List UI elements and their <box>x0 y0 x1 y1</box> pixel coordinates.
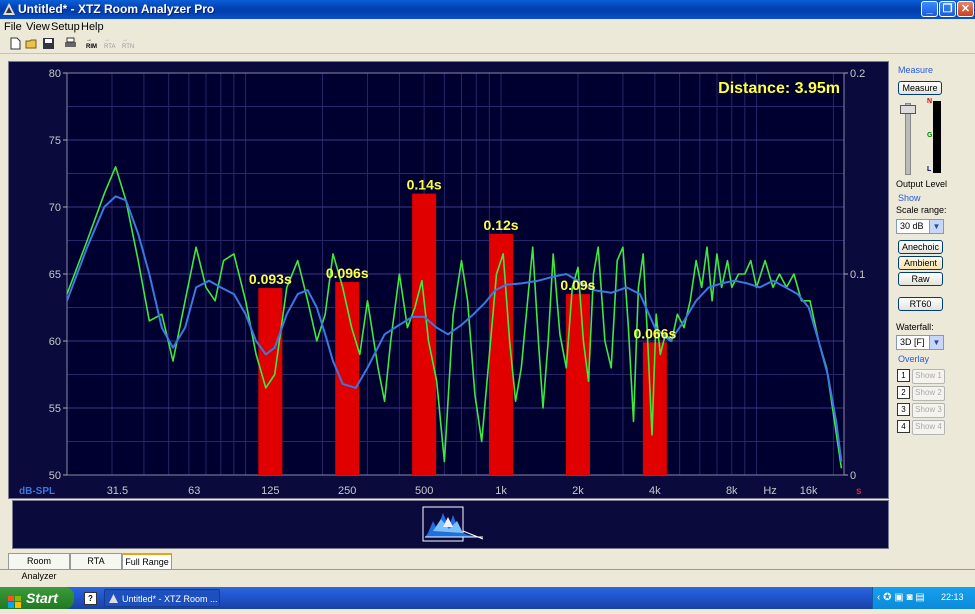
close-button[interactable]: ✕ <box>957 1 974 17</box>
x-tick-label: 250 <box>338 485 356 497</box>
show-section-title: Show <box>898 193 921 203</box>
y-right-tick-label: 0.1 <box>850 269 865 281</box>
rt60-button[interactable]: RT60 <box>898 297 943 311</box>
x-tick-label: 125 <box>261 485 279 497</box>
toolbar: → RIM → RTA → RTN <box>0 35 975 54</box>
system-tray: ‹ ✪ ▣ ◙ ▤ 22:13 <box>872 587 975 609</box>
level-meter <box>933 101 941 173</box>
menu-help[interactable]: Help <box>81 21 104 33</box>
output-level-label: Output Level <box>896 179 948 189</box>
print-icon[interactable] <box>64 37 77 50</box>
ambient-button[interactable]: Ambient <box>898 256 943 270</box>
x-tick-label: 31.5 <box>107 485 128 497</box>
save-icon[interactable] <box>42 37 55 50</box>
x-tick-label: 8k <box>726 485 738 497</box>
open-folder-icon[interactable] <box>25 37 38 50</box>
frequency-response-chart: 80 75 70 65 60 55 50 0.2 0.1 0 31.5 63 125 250 500 1k 2k… <box>19 68 865 497</box>
chevron-down-icon: ▼ <box>929 336 943 349</box>
rta-button[interactable]: → RTA <box>104 37 115 51</box>
overlay-number-3: 3 <box>897 403 910 416</box>
side-panel: Measure Measure N G L Output Level Show … <box>893 63 973 513</box>
overlay-number-4: 4 <box>897 420 910 433</box>
meter-g-label: G <box>927 132 933 139</box>
overlay-show-button-2[interactable]: Show 2 <box>912 386 945 401</box>
tab-divider <box>0 569 975 570</box>
minimize-button[interactable]: _ <box>921 1 938 17</box>
overlay-show-button-4[interactable]: Show 4 <box>912 420 945 435</box>
tab-full-range[interactable]: Full Range <box>122 553 172 569</box>
y-right-tick-label: 0.2 <box>850 68 865 80</box>
chevron-down-icon: ▼ <box>929 220 943 233</box>
taskbar-app-button[interactable]: Untitled* - XTZ Room ... <box>104 589 220 607</box>
rt60-bar-label: 0.14s <box>407 177 442 193</box>
x-tick-label: 500 <box>415 485 433 497</box>
overlay-number-2: 2 <box>897 386 910 399</box>
output-level-slider-thumb[interactable] <box>900 105 916 114</box>
x-tick-label: 16k <box>800 485 818 497</box>
meter-n-label: N <box>927 98 933 105</box>
window-title: Untitled* - XTZ Room Analyzer Pro <box>18 2 215 16</box>
scale-range-label: Scale range: <box>896 205 947 215</box>
rt60-bar <box>489 233 514 475</box>
x-tick-label: 1k <box>495 485 507 497</box>
menu-file[interactable]: File <box>4 21 22 33</box>
rim-button[interactable]: → RIM <box>86 37 97 51</box>
y-tick-label: 80 <box>49 68 61 80</box>
x-tick-label: Hz <box>763 485 776 497</box>
app-icon <box>3 3 15 15</box>
anechoic-button[interactable]: Anechoic <box>898 240 943 254</box>
clock: 22:13 <box>941 592 964 602</box>
y-tick-label: 75 <box>49 135 61 147</box>
rt60-bar-label: 0.096s <box>326 265 369 281</box>
meter-l-label: L <box>927 166 932 173</box>
rt60-bar <box>412 193 437 475</box>
menu-bar: File View Setup Help <box>0 19 975 35</box>
app-icon <box>109 594 118 603</box>
windows-logo-icon <box>8 592 21 608</box>
tray-icons[interactable]: ‹ ✪ ▣ ◙ ▤ <box>877 592 925 603</box>
overlay-show-button-3[interactable]: Show 3 <box>912 403 945 418</box>
y-tick-label: 60 <box>49 336 61 348</box>
x-tick-label: 63 <box>188 485 200 497</box>
rt60-bar-label: 0.09s <box>560 277 595 293</box>
overlay-show-button-1[interactable]: Show 1 <box>912 369 945 384</box>
y-right-tick-label: 0 <box>850 470 856 482</box>
new-file-icon[interactable] <box>9 37 22 50</box>
y-right-unit-label: s <box>856 486 862 497</box>
waterfall-thumbnail[interactable] <box>13 501 888 548</box>
y-tick-label: 50 <box>49 470 61 482</box>
waterfall-panel <box>12 500 889 549</box>
y-tick-label: 70 <box>49 202 61 214</box>
measure-section-title: Measure <box>898 65 934 75</box>
scale-range-select[interactable]: 30 dB ▼ <box>896 219 944 234</box>
tab-rta[interactable]: RTA <box>70 553 122 569</box>
y-axis-label: dB-SPL <box>19 486 55 497</box>
overlay-section-title: Overlay <box>898 354 930 364</box>
y-tick-label: 65 <box>49 269 61 281</box>
rtn-button[interactable]: → RTN <box>122 37 134 51</box>
rt60-bar-label: 0.12s <box>484 217 519 233</box>
taskbar-app-label: Untitled* - XTZ Room ... <box>122 594 218 604</box>
start-button[interactable]: Start <box>0 587 74 609</box>
measure-button[interactable]: Measure <box>898 81 942 95</box>
waterfall-select[interactable]: 3D [F] ▼ <box>896 335 944 350</box>
x-tick-label: 4k <box>649 485 661 497</box>
maximize-button[interactable]: ❐ <box>939 1 956 17</box>
y-tick-label: 55 <box>49 403 61 415</box>
rt60-bar-label: 0.066s <box>633 325 676 341</box>
help-icon[interactable]: ? <box>84 592 97 605</box>
distance-annotation: Distance: 3.95m <box>718 80 840 97</box>
menu-view[interactable]: View <box>26 21 50 33</box>
tab-room-analyzer[interactable]: Room Analyzer <box>8 553 70 581</box>
menu-setup[interactable]: Setup <box>51 21 80 33</box>
rt60-bar-label: 0.093s <box>249 271 292 287</box>
start-label: Start <box>26 590 58 606</box>
x-tick-label: 2k <box>572 485 584 497</box>
frequency-response-panel: 80 75 70 65 60 55 50 0.2 0.1 0 31.5 63 125 250 500 1k 2k… <box>8 61 889 499</box>
overlay-number-1: 1 <box>897 369 910 382</box>
raw-button[interactable]: Raw <box>898 272 943 286</box>
waterfall-label: Waterfall: <box>896 322 934 332</box>
